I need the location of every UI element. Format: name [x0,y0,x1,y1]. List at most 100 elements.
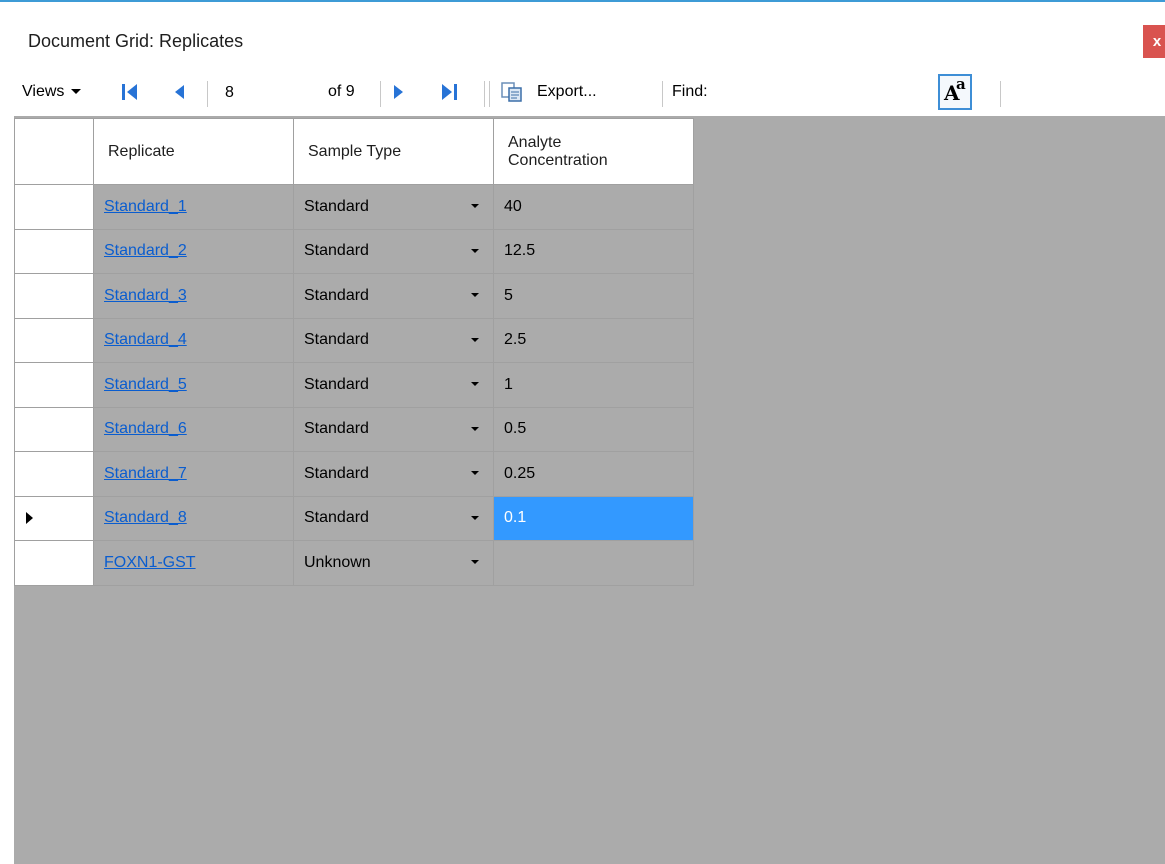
analyte-concentration-cell[interactable]: 2.5 [494,318,694,363]
replicate-link[interactable]: Standard_3 [104,287,187,305]
row-header[interactable] [14,318,94,363]
dropdown-arrow-icon[interactable] [468,185,482,229]
analyte-concentration-value: 40 [504,197,522,215]
row-header[interactable] [14,541,94,586]
sample-type-value: Standard [304,464,369,482]
analyte-concentration-value: 0.25 [504,464,536,482]
find-label-wrap: Find: [672,68,708,116]
analyte-concentration-cell[interactable]: 1 [494,363,694,408]
analyte-concentration-value: 1 [504,375,513,393]
close-button[interactable]: x [1143,25,1165,58]
replicate-link[interactable]: Standard_8 [104,509,187,527]
row-header[interactable] [14,496,94,541]
column-header-sample-type[interactable]: Sample Type [294,118,494,185]
toolbar-separator [662,81,663,107]
sample-type-combo[interactable]: Standard [294,185,494,230]
table-row[interactable]: Standard_7 Standard 0.25 [14,452,694,497]
row-header[interactable] [14,407,94,452]
dropdown-arrow-icon[interactable] [468,408,482,452]
views-label: Views [22,83,65,100]
sample-type-combo[interactable]: Unknown [294,541,494,586]
copy-icon [501,82,522,102]
analyte-concentration-cell[interactable]: 0.5 [494,407,694,452]
replicate-cell: Standard_3 [94,274,294,319]
table-row[interactable]: Standard_3 Standard 5 [14,274,694,319]
table-row[interactable]: Standard_1 Standard 40 [14,185,694,230]
previous-record-button[interactable] [172,68,186,116]
sample-type-value: Standard [304,286,369,304]
dropdown-arrow-icon[interactable] [468,541,482,585]
find-label: Find: [672,83,708,100]
analyte-concentration-cell[interactable]: 0.25 [494,452,694,497]
table-row[interactable]: Standard_6 Standard 0.5 [14,407,694,452]
analyte-concentration-value: 12.5 [504,242,536,260]
replicate-link[interactable]: Standard_5 [104,376,187,394]
row-header[interactable] [14,185,94,230]
table-row[interactable]: Standard_8 Standard 0.1 [14,496,694,541]
sample-type-combo[interactable]: Standard [294,318,494,363]
toolbar-separator [489,81,490,107]
record-count: of 9 [328,68,355,116]
sample-type-combo[interactable]: Standard [294,496,494,541]
dropdown-arrow-icon[interactable] [468,497,482,541]
export-label: Export... [537,83,597,100]
analyte-concentration-cell[interactable] [494,541,694,586]
toolbar-separator [207,81,208,107]
row-header[interactable] [14,452,94,497]
replicate-cell: Standard_7 [94,452,294,497]
table-row[interactable]: Standard_2 Standard 12.5 [14,229,694,274]
sample-type-value: Standard [304,242,369,260]
last-record-button[interactable] [440,68,462,116]
analyte-concentration-value: 2.5 [504,331,527,349]
of-label: of 9 [328,83,355,100]
close-icon: x [1152,33,1162,50]
analyte-concentration-cell[interactable]: 12.5 [494,229,694,274]
row-header[interactable] [14,274,94,319]
column-header-replicate[interactable]: Replicate [94,118,294,185]
window-title: Document Grid: Replicates [28,31,244,51]
dropdown-arrow-icon[interactable] [468,319,482,363]
next-record-button[interactable] [392,68,406,116]
row-header[interactable] [14,363,94,408]
analyte-concentration-cell[interactable]: 0.1 [494,496,694,541]
find-input[interactable] [734,79,930,107]
replicate-cell: Standard_1 [94,185,294,230]
sample-type-value: Standard [304,375,369,393]
sample-type-combo[interactable]: Standard [294,363,494,408]
first-record-button[interactable] [120,68,142,116]
column-header-label: Sample Type [308,142,402,160]
column-header-analyte-concentration[interactable]: Analyte Concentration [494,118,694,185]
current-row-arrow-icon [26,512,33,525]
replicate-link[interactable]: Standard_7 [104,465,187,483]
export-button[interactable]: Export... [500,68,597,116]
analyte-concentration-value: 0.5 [504,420,527,438]
replicate-link[interactable]: Standard_4 [104,331,187,349]
record-position-input[interactable] [217,79,317,107]
views-dropdown[interactable]: Views [22,68,82,116]
column-header-label: Analyte [508,133,562,151]
table-row[interactable]: FOXN1-GST Unknown [14,541,694,586]
analyte-concentration-cell[interactable]: 40 [494,185,694,230]
header-row: Replicate Sample Type Analyte Concentrat… [14,118,694,185]
sample-type-value: Standard [304,197,369,215]
table-row[interactable]: Standard_4 Standard 2.5 [14,318,694,363]
replicate-link[interactable]: Standard_1 [104,198,187,216]
replicate-link[interactable]: Standard_6 [104,420,187,438]
dropdown-arrow-icon[interactable] [468,363,482,407]
font-size-button[interactable]: A a [938,74,972,110]
dropdown-arrow-icon[interactable] [468,230,482,274]
replicate-cell: Standard_4 [94,318,294,363]
sample-type-combo[interactable]: Standard [294,229,494,274]
row-header[interactable] [14,229,94,274]
dropdown-arrow-icon[interactable] [468,452,482,496]
analyte-concentration-cell[interactable]: 5 [494,274,694,319]
sample-type-combo[interactable]: Standard [294,452,494,497]
dropdown-arrow-icon[interactable] [468,274,482,318]
replicate-link[interactable]: Standard_2 [104,242,187,260]
replicate-link[interactable]: FOXN1-GST [104,554,196,572]
table-row[interactable]: Standard_5 Standard 1 [14,363,694,408]
sample-type-combo[interactable]: Standard [294,274,494,319]
next-record-icon [394,85,403,99]
sample-type-combo[interactable]: Standard [294,407,494,452]
sample-type-value: Standard [304,509,369,527]
